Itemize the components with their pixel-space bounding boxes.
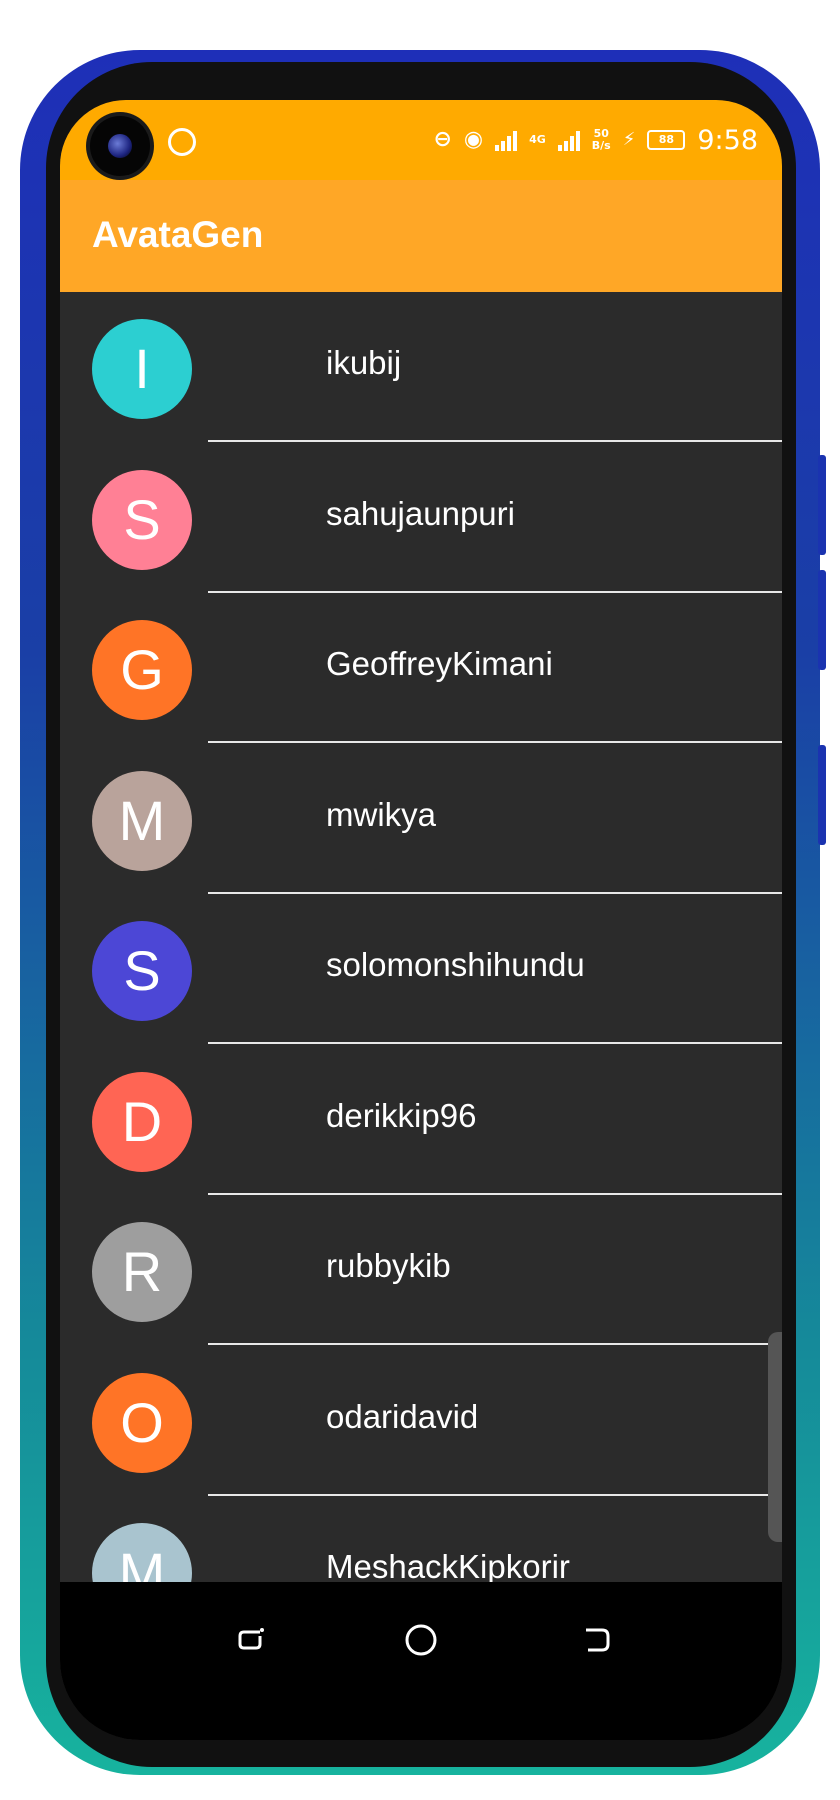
list-item[interactable]: Iikubij xyxy=(60,292,782,442)
net-speed: 50 B/s xyxy=(592,128,611,152)
list-item[interactable]: G GeoffreyKimani xyxy=(60,593,782,743)
hotspot-icon: ◉ xyxy=(463,127,484,152)
divider xyxy=(208,440,782,442)
recent-apps-icon[interactable] xyxy=(232,1620,272,1660)
battery-icon: 88 xyxy=(647,130,686,150)
front-camera xyxy=(90,116,150,176)
list-item[interactable]: Ssahujaunpuri xyxy=(60,443,782,593)
avatar: I xyxy=(92,319,192,419)
user-name: MeshackKipkorir xyxy=(326,1548,570,1582)
list-item[interactable]: Ssolomonshihundu xyxy=(60,894,782,1044)
user-name: solomonshihundu xyxy=(326,946,585,983)
volume-up-button xyxy=(818,455,826,555)
list-item[interactable]: M MeshackKipkorir xyxy=(60,1496,782,1582)
net-speed-unit: B/s xyxy=(591,139,611,152)
divider xyxy=(208,590,782,593)
divider xyxy=(208,1343,782,1345)
user-name: derikkip96 xyxy=(326,1096,477,1134)
do-not-disturb-icon: ⊖ xyxy=(433,127,452,152)
status-bar: ⊖ ◉ 4G 50 B/s ⚡ 88 9:58 xyxy=(60,100,782,180)
avatar: M xyxy=(92,770,192,871)
avatar: R xyxy=(92,1222,192,1322)
user-name: sahujaunpuri xyxy=(326,494,515,532)
divider xyxy=(208,1192,782,1195)
user-list[interactable]: M MeshackKipkorir Oodaridavid Rrubbykib Dder… xyxy=(60,292,782,1582)
signal-icon-2 xyxy=(557,129,580,151)
user-name: ikubij xyxy=(326,344,402,381)
divider xyxy=(208,1042,782,1044)
list-item[interactable]: Dderikkip96 xyxy=(60,1045,782,1195)
avatar: S xyxy=(92,469,192,570)
app-bar: AvataGen xyxy=(60,180,782,292)
avatar: O xyxy=(92,1372,192,1473)
signal-icon xyxy=(495,129,518,151)
power-button xyxy=(818,745,826,845)
charging-icon: ⚡ xyxy=(622,129,636,150)
list-item[interactable]: Mmwikya xyxy=(60,744,782,894)
sync-icon xyxy=(168,128,196,156)
status-icons: ⊖ ◉ 4G 50 B/s ⚡ 88 9:58 xyxy=(433,118,758,162)
avatar: D xyxy=(92,1071,192,1172)
navigation-bar xyxy=(60,1582,782,1740)
list-item[interactable]: Rrubbykib xyxy=(60,1195,782,1345)
divider xyxy=(208,741,782,743)
scroll-handle[interactable] xyxy=(768,1332,782,1542)
divider xyxy=(208,1493,782,1496)
home-icon[interactable] xyxy=(401,1620,441,1660)
user-name: GeoffreyKimani xyxy=(326,645,553,682)
user-name: odaridavid xyxy=(326,1397,479,1435)
clock: 9:58 xyxy=(697,124,758,156)
back-icon[interactable] xyxy=(576,1620,616,1660)
network-type: 4G xyxy=(529,133,546,146)
avatar: G xyxy=(92,620,192,720)
avatar: M xyxy=(92,1523,192,1582)
user-name: rubbykib xyxy=(326,1247,451,1284)
phone-screen: ⊖ ◉ 4G 50 B/s ⚡ 88 9:58 AvataGen M Meshac… xyxy=(60,100,782,1740)
app-title: AvataGen xyxy=(92,214,264,255)
list-item[interactable]: Oodaridavid xyxy=(60,1346,782,1496)
divider xyxy=(208,891,782,894)
user-name: mwikya xyxy=(326,795,437,833)
avatar: S xyxy=(92,921,192,1021)
volume-down-button xyxy=(818,570,826,670)
